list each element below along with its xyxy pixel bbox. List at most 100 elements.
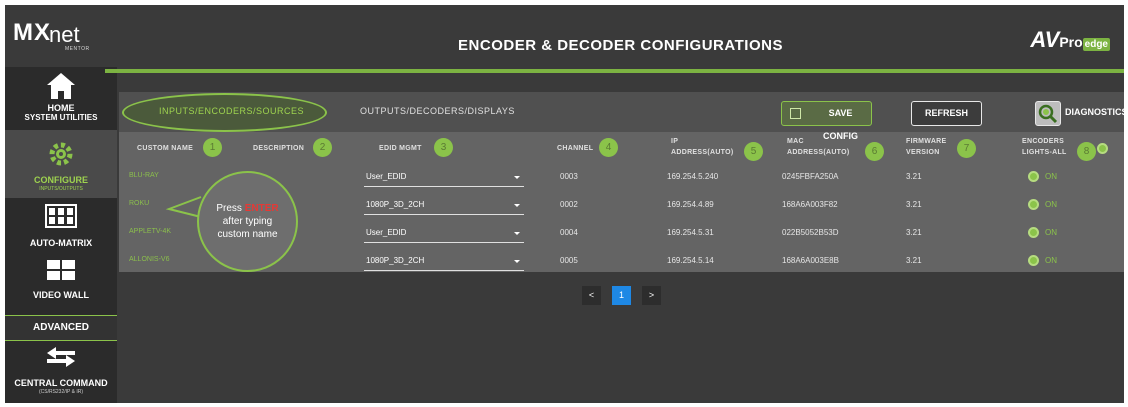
col-mac-line1: MAC [787, 138, 804, 145]
tab-inputs-encoders-sources[interactable]: INPUTS/ENCODERS/SOURCES [159, 106, 304, 116]
sidebar-item-configure[interactable]: CONFIGURE INPUTS/OUTPUTS [5, 130, 117, 198]
pagination-prev-button[interactable]: < [582, 286, 601, 305]
sidebar: MX net MENTOR HOME SYSTEM UTILITIES CONF… [5, 5, 117, 403]
sidebar-item-central-command[interactable]: CENTRAL COMMAND (CS/RS232/IP & IR) [5, 343, 117, 401]
light-toggle[interactable] [1028, 171, 1039, 182]
edid-select[interactable]: User_EDID [364, 223, 524, 243]
ip-value: 169.254.5.240 [667, 172, 719, 181]
brand-pro: Pro [1059, 34, 1083, 50]
firmware-value: 3.21 [906, 172, 922, 181]
ip-value: 169.254.5.14 [667, 256, 714, 265]
light-state: ON [1045, 256, 1057, 265]
custom-name-field[interactable]: APPLETV-4K [129, 228, 171, 235]
sidebar-item-home-sublabel: SYSTEM UTILITIES [24, 113, 98, 122]
save-config-label: SAVE CONFIG [823, 108, 858, 141]
mac-value: 0245FBFA250A [782, 172, 839, 181]
badge-7: 7 [957, 139, 976, 158]
channel-value: 0003 [560, 172, 578, 181]
home-icon [47, 73, 75, 99]
light-state: ON [1045, 200, 1057, 209]
badge-4: 4 [599, 138, 618, 157]
pagination-page-1[interactable]: 1 [612, 286, 631, 305]
logo-mentor: MENTOR [65, 46, 90, 52]
mac-value: 022B5052B53D [782, 228, 839, 237]
sidebar-item-central-command-sublabel: (CS/RS232/IP & IR) [38, 389, 84, 395]
col-encoders-line2: LIGHTS-ALL [1022, 149, 1067, 156]
callout-press: Press [216, 203, 245, 214]
diagnostics-button[interactable] [1035, 101, 1061, 126]
app-window: MX net MENTOR HOME SYSTEM UTILITIES CONF… [5, 5, 1124, 403]
chevron-down-icon [514, 176, 520, 179]
mac-value: 168A6A003F82 [782, 200, 838, 209]
logo-mx: MX [13, 19, 51, 46]
col-description: DESCRIPTION [253, 145, 305, 152]
sidebar-item-auto-matrix[interactable]: AUTO-MATRIX [5, 201, 117, 253]
col-channel: CHANNEL [557, 145, 594, 152]
sidebar-item-home-label: HOME [47, 103, 75, 113]
sidebar-item-video-wall[interactable]: VIDEO WALL [5, 256, 117, 308]
callout-line1: Press ENTER [199, 203, 296, 214]
enter-hint-callout: Press ENTER after typing custom name [197, 171, 298, 272]
pagination-next-button[interactable]: > [642, 286, 661, 305]
col-ip-line1: IP [671, 138, 679, 145]
badge-8: 8 [1077, 142, 1096, 161]
chevron-down-icon [514, 260, 520, 263]
light-toggle[interactable] [1028, 199, 1039, 210]
chevron-down-icon [514, 204, 520, 207]
custom-name-field[interactable]: BLU-RAY [129, 172, 159, 179]
light-state: ON [1045, 228, 1057, 237]
header-divider [105, 69, 1124, 73]
channel-value: 0005 [560, 256, 578, 265]
logo-net: net [49, 22, 80, 47]
light-toggle[interactable] [1028, 255, 1039, 266]
chevron-down-icon [514, 232, 520, 235]
save-config-button[interactable]: SAVE CONFIG [781, 101, 872, 141]
firmware-value: 3.21 [906, 228, 922, 237]
sidebar-item-home[interactable]: HOME SYSTEM UTILITIES [5, 69, 117, 127]
tab-bar: INPUTS/ENCODERS/SOURCES OUTPUTS/DECODERS… [119, 92, 1124, 141]
light-toggle[interactable] [1028, 227, 1039, 238]
ip-value: 169.254.5.31 [667, 228, 714, 237]
refresh-button[interactable]: REFRESH [911, 101, 982, 126]
avproedge-logo: AVPro edge [1030, 27, 1110, 53]
callout-enter-word: ENTER [244, 203, 279, 214]
edid-value: 1080P_3D_2CH [366, 256, 425, 265]
lights-all-toggle[interactable] [1097, 143, 1108, 154]
col-custom-name: CUSTOM NAME [137, 145, 194, 152]
swap-arrows-icon [47, 347, 75, 367]
col-encoders-line1: ENCODERS [1022, 138, 1065, 145]
channel-value: 0002 [560, 200, 578, 209]
badge-2: 2 [313, 138, 332, 157]
edid-value: User_EDID [366, 228, 407, 237]
mac-value: 168A6A003E8B [782, 256, 839, 265]
brand-edge: edge [1082, 38, 1110, 51]
sidebar-item-configure-sublabel: INPUTS/OUTPUTS [39, 186, 83, 192]
edid-select[interactable]: User_EDID [364, 167, 524, 187]
sidebar-item-central-command-label: CENTRAL COMMAND [14, 378, 108, 388]
save-icon [790, 108, 801, 119]
gear-icon [49, 142, 73, 166]
firmware-value: 3.21 [906, 200, 922, 209]
badge-5: 5 [744, 142, 763, 161]
edid-select[interactable]: 1080P_3D_2CH [364, 251, 524, 271]
edid-value: User_EDID [366, 172, 407, 181]
ip-value: 169.254.4.89 [667, 200, 714, 209]
edid-value: 1080P_3D_2CH [366, 200, 425, 209]
sidebar-advanced-header[interactable]: ADVANCED [5, 315, 117, 341]
callout-line2: after typing [222, 216, 273, 227]
matrix-grid-icon [45, 204, 77, 228]
col-firmware-line1: FIRMWARE [906, 138, 947, 145]
video-wall-icon [47, 260, 75, 280]
sidebar-item-video-wall-label: VIDEO WALL [33, 290, 89, 300]
channel-value: 0004 [560, 228, 578, 237]
edid-select[interactable]: 1080P_3D_2CH [364, 195, 524, 215]
custom-name-field[interactable]: ALLONIS-V6 [129, 256, 169, 263]
light-state: ON [1045, 172, 1057, 181]
page-title: ENCODER & DECODER CONFIGURATIONS [458, 37, 783, 54]
col-firmware-line2: VERSION [906, 149, 940, 156]
callout-line3: custom name [217, 229, 278, 240]
custom-name-field[interactable]: ROKU [129, 200, 149, 207]
diagnostics-label: DIAGNOSTICS [1065, 107, 1124, 117]
header: ENCODER & DECODER CONFIGURATIONS AVPro ed… [117, 5, 1124, 71]
tab-outputs-decoders-displays[interactable]: OUTPUTS/DECODERS/DISPLAYS [360, 106, 515, 116]
